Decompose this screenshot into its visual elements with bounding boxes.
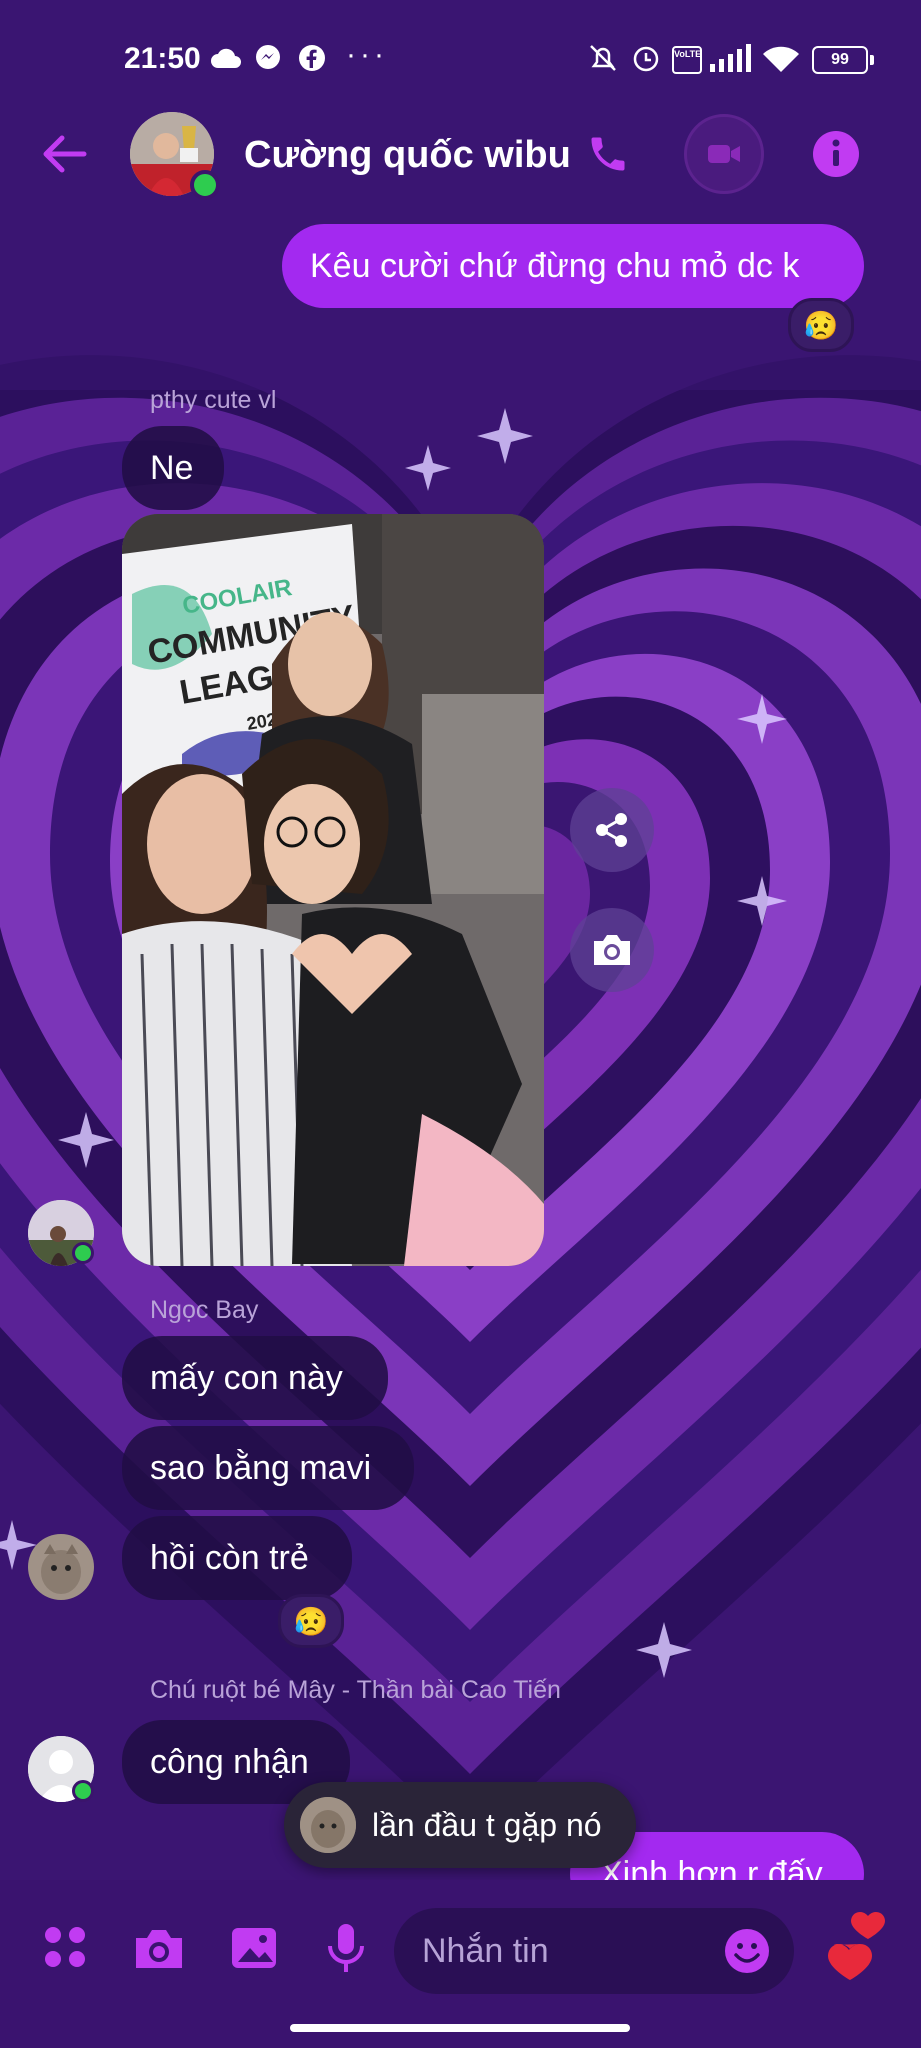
video-icon — [708, 145, 740, 163]
microphone-icon[interactable] — [326, 1922, 366, 1974]
battery-icon: 99 — [812, 46, 874, 74]
message-input[interactable]: Nhắn tin — [394, 1908, 794, 1994]
chat-head-notification[interactable]: lần đầu t gặp nó — [284, 1782, 636, 1868]
reaction-badge[interactable]: 😥 — [278, 1594, 344, 1648]
message-bubble-incoming[interactable]: Ne — [122, 426, 224, 510]
avatar[interactable] — [28, 1534, 94, 1600]
share-button[interactable] — [570, 788, 654, 872]
reaction-badge[interactable]: 😥 — [788, 298, 854, 352]
online-status-dot — [72, 1780, 94, 1802]
mute-icon — [590, 45, 616, 71]
share-icon — [596, 813, 627, 847]
video-call-button[interactable] — [684, 114, 764, 194]
apps-icon[interactable] — [42, 1924, 88, 1970]
gallery-icon[interactable] — [230, 1926, 278, 1970]
info-icon[interactable] — [812, 130, 860, 178]
emoji-icon[interactable] — [724, 1928, 770, 1974]
sender-name: pthy cute vl — [150, 386, 277, 414]
notification-text: lần đầu t gặp nó — [372, 1806, 602, 1843]
online-status-dot — [72, 1242, 94, 1264]
volte-icon: VoLTE — [672, 46, 702, 74]
avatar — [300, 1797, 356, 1853]
message-bubble-outgoing[interactable]: Kêu cười chứ đừng chu mỏ dc k — [282, 224, 864, 308]
save-photo-button[interactable] — [570, 908, 654, 992]
message-bubble-incoming[interactable]: mấy con này — [122, 1336, 388, 1420]
shared-photo[interactable]: COOLAIR COMMUNITY LEAGUE 2023 — [122, 514, 544, 1266]
status-time: 21:50 — [124, 42, 201, 75]
message-input-placeholder: Nhắn tin — [422, 1932, 549, 1970]
conversation-title[interactable]: Cường quốc wibu — [244, 134, 571, 177]
sender-name: Chú ruột bé Mây - Thần bài Cao Tiến — [150, 1676, 561, 1704]
phone-icon[interactable] — [586, 132, 630, 176]
camera-icon — [594, 935, 630, 965]
heart-icon[interactable] — [818, 1908, 898, 1988]
alarm-icon — [633, 46, 659, 72]
wifi-icon — [763, 46, 799, 72]
status-bar: 21:50 ··· VoLTE 99 — [0, 0, 921, 110]
cloud-icon — [211, 48, 241, 68]
camera-icon[interactable] — [132, 1926, 186, 1970]
messenger-icon — [256, 45, 280, 69]
more-status-icons: ··· — [346, 38, 388, 71]
message-bubble-incoming[interactable]: sao bằng mavi — [122, 1426, 414, 1510]
sender-name: Ngọc Bay — [150, 1296, 259, 1324]
signal-icon — [710, 44, 751, 72]
online-status-dot — [190, 170, 220, 200]
back-arrow-icon[interactable] — [40, 134, 88, 174]
message-bubble-incoming[interactable]: hồi còn trẻ — [122, 1516, 352, 1600]
home-indicator — [290, 2024, 630, 2032]
facebook-icon — [299, 45, 325, 71]
